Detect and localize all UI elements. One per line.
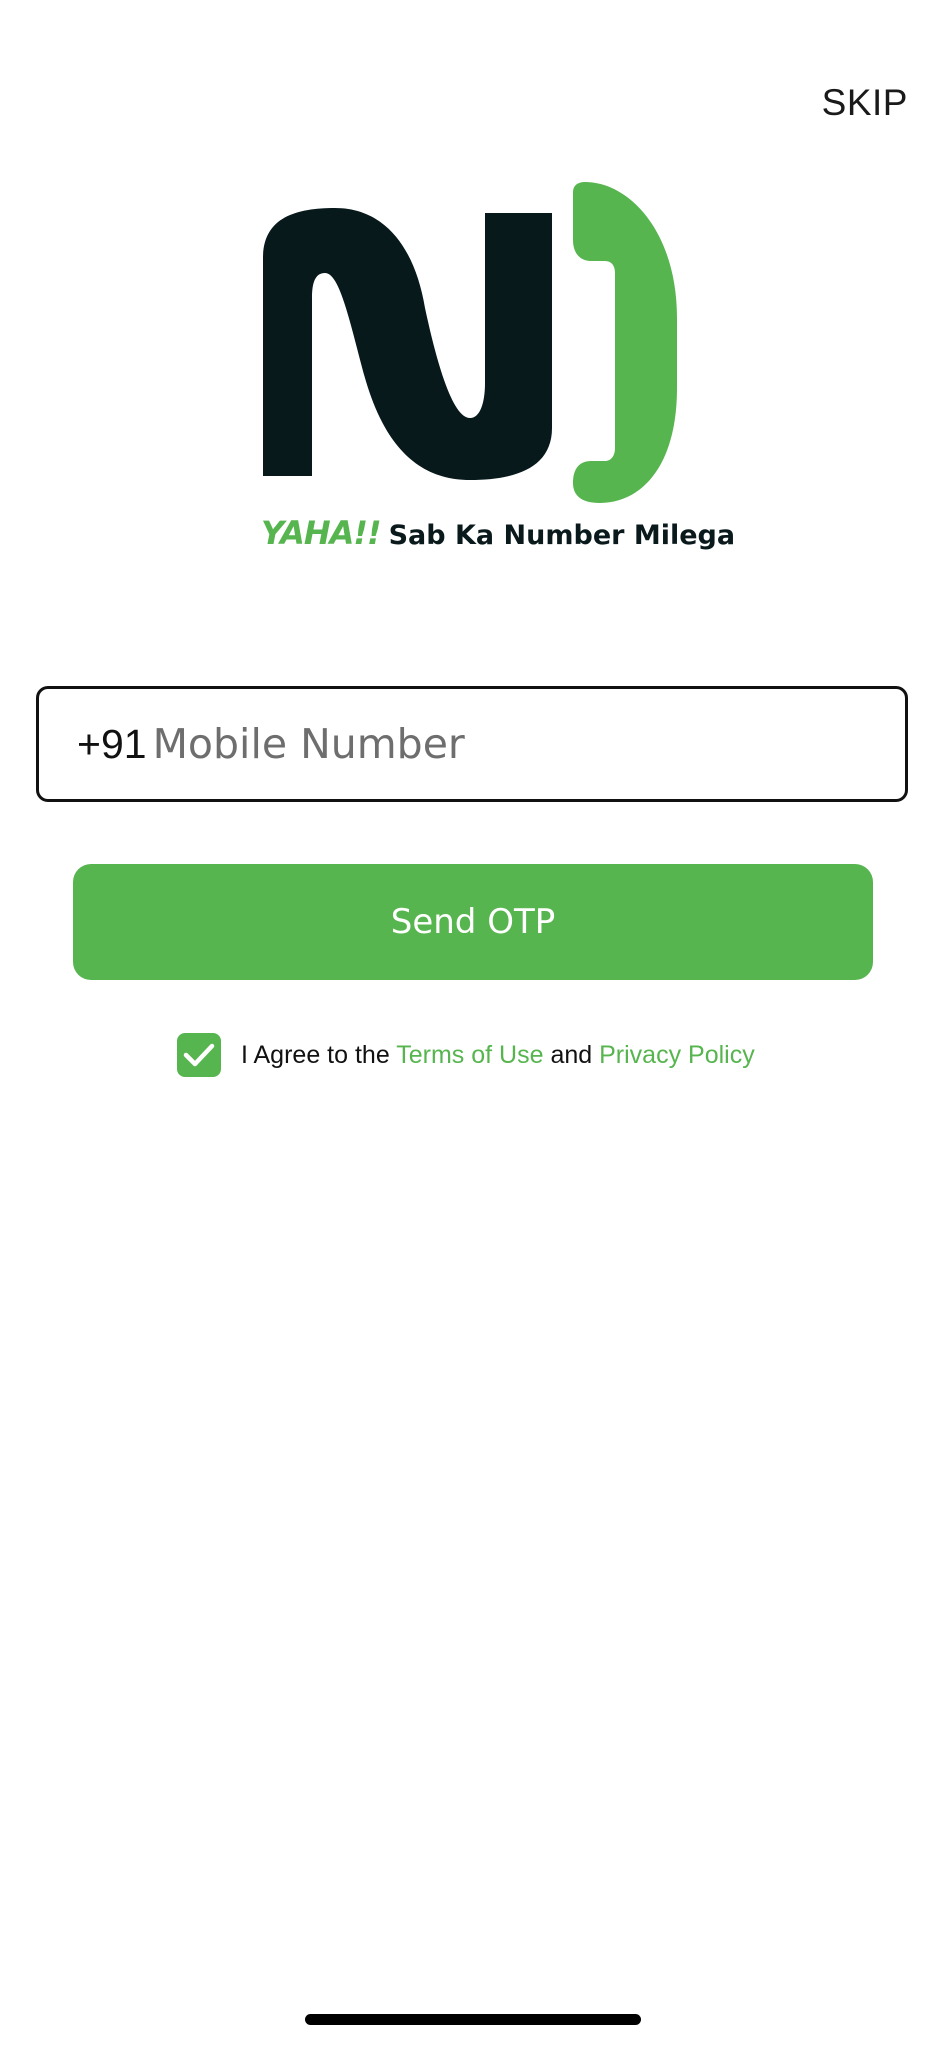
logo-letter-n	[263, 208, 552, 480]
logo-tagline: YAHA!! Sab Ka Number Milega	[261, 514, 735, 552]
consent-row: I Agree to the Terms of Use and Privacy …	[177, 1033, 755, 1077]
consent-connector: and	[550, 1040, 593, 1069]
brand-logo-mark	[263, 182, 677, 503]
tagline-accent: YAHA!!	[261, 514, 382, 552]
send-otp-button[interactable]: Send OTP	[73, 864, 873, 980]
check-icon	[183, 1043, 215, 1067]
country-code[interactable]: +91	[77, 721, 147, 768]
consent-text: I Agree to the Terms of Use and Privacy …	[241, 1041, 755, 1070]
terms-of-use-link[interactable]: Terms of Use	[396, 1041, 543, 1069]
skip-button[interactable]: SKIP	[822, 82, 908, 124]
agree-checkbox[interactable]	[177, 1033, 221, 1077]
phone-handset-icon	[573, 182, 677, 503]
privacy-policy-link[interactable]: Privacy Policy	[599, 1041, 755, 1069]
home-indicator	[305, 2014, 641, 2025]
mobile-number-field[interactable]: +91	[36, 686, 908, 802]
tagline-text: Sab Ka Number Milega	[388, 520, 736, 551]
mobile-number-input[interactable]	[152, 720, 853, 768]
app-logo: YAHA!! Sab Ka Number Milega	[255, 178, 735, 558]
consent-prefix: I Agree to the	[241, 1040, 390, 1069]
